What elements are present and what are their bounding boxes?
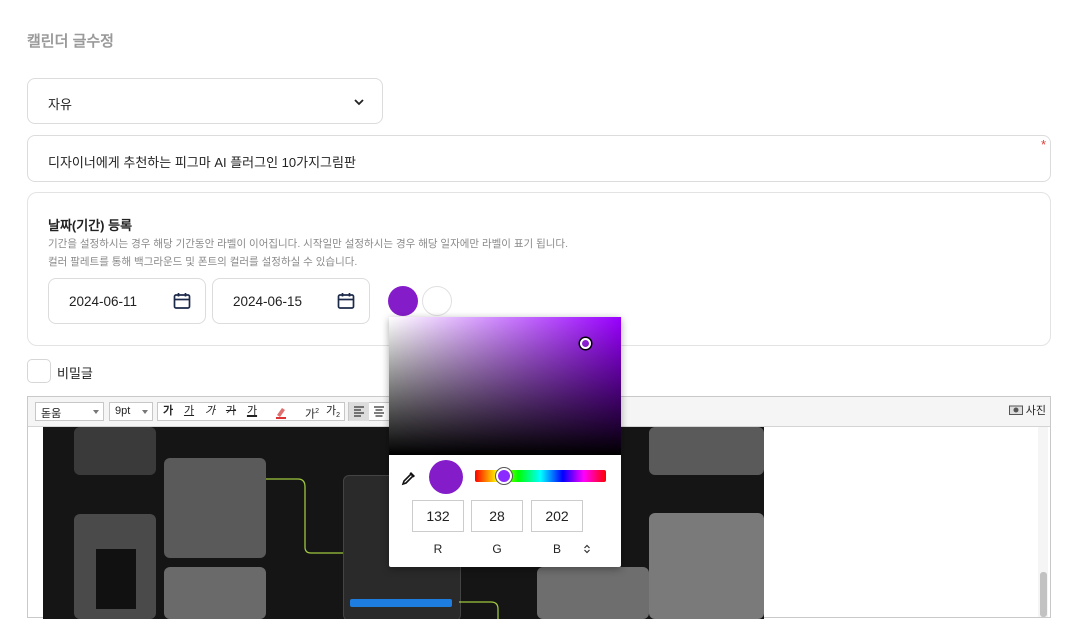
font-size-select[interactable]: 9pt <box>109 402 153 421</box>
mode-toggle-icon[interactable] <box>583 543 591 555</box>
font-color-swatch[interactable] <box>422 286 452 316</box>
background-color-swatch[interactable] <box>388 286 418 316</box>
required-mark: * <box>1040 137 1046 152</box>
superscript-button[interactable]: 가2 <box>302 402 322 421</box>
font-family-select[interactable]: 돋움 <box>35 402 104 421</box>
camera-icon <box>1008 405 1023 415</box>
end-date-value: 2024-06-15 <box>233 294 303 309</box>
editor-scrollbar-thumb[interactable] <box>1040 572 1047 617</box>
eyedropper-icon[interactable] <box>401 470 417 486</box>
underline-button[interactable]: 가 <box>179 402 199 421</box>
green-input[interactable]: 28 <box>471 500 523 532</box>
title-input-value: 디자이너에게 추천하는 피그마 AI 플러그인 10가지그림판 <box>48 155 356 170</box>
hue-slider-handle[interactable] <box>496 468 512 484</box>
insert-photo-label: 사진 <box>1025 405 1046 417</box>
align-left-button[interactable] <box>349 402 369 421</box>
color-preview <box>429 460 463 494</box>
font-family-value: 돋움 <box>41 408 62 420</box>
superscript-label: 가 <box>304 408 316 421</box>
red-label: R <box>433 542 443 556</box>
chevron-down-icon <box>354 99 364 106</box>
dropdown-arrow-icon <box>142 410 148 414</box>
color-picker-popup: 132 28 202 R G B <box>389 317 621 567</box>
align-center-icon <box>374 406 384 417</box>
date-section-color-description: 컬러 팔레트를 통해 백그라운드 및 폰트의 컬러를 설정하실 수 있습니다. <box>48 256 358 268</box>
strikethrough-button[interactable]: 가 <box>221 402 241 421</box>
date-section-title: 날짜(기간) 등록 <box>48 218 133 233</box>
align-left-icon <box>354 406 364 417</box>
calendar-icon[interactable] <box>337 292 355 310</box>
italic-button[interactable]: 가 <box>200 402 220 421</box>
start-date-input[interactable]: 2024-06-11 <box>48 278 206 324</box>
subscript-button[interactable]: 가2 <box>323 402 343 421</box>
category-select[interactable]: 자유 <box>27 78 383 124</box>
hue-slider[interactable] <box>475 470 606 482</box>
insert-photo-button[interactable]: 사진 <box>1008 402 1046 421</box>
date-section-description: 기간을 설정하시는 경우 해당 기간동안 라벨이 이어집니다. 시작일만 설정하… <box>48 238 569 250</box>
font-color-button[interactable]: 가 <box>242 402 262 421</box>
page-title: 캘린더 글수정 <box>27 33 114 50</box>
align-center-button[interactable] <box>369 402 389 421</box>
dropdown-arrow-icon <box>93 410 99 414</box>
blue-input[interactable]: 202 <box>531 500 583 532</box>
end-date-input[interactable]: 2024-06-15 <box>212 278 370 324</box>
highlighter-icon <box>276 408 286 419</box>
highlight-color-button[interactable] <box>271 402 291 421</box>
secret-checkbox[interactable] <box>27 359 51 383</box>
green-label: G <box>492 542 502 556</box>
category-select-value: 자유 <box>48 97 72 112</box>
bold-button[interactable]: 가 <box>158 402 178 421</box>
subscript-label: 가 <box>325 405 337 417</box>
start-date-value: 2024-06-11 <box>69 294 138 309</box>
blue-label: B <box>552 542 561 556</box>
red-input[interactable]: 132 <box>412 500 464 532</box>
saturation-handle[interactable] <box>580 338 591 349</box>
secret-label: 비밀글 <box>57 366 93 381</box>
calendar-icon[interactable] <box>173 292 191 310</box>
font-size-value: 9pt <box>115 405 131 417</box>
title-input[interactable]: 디자이너에게 추천하는 피그마 AI 플러그인 10가지그림판 * <box>27 135 1051 182</box>
